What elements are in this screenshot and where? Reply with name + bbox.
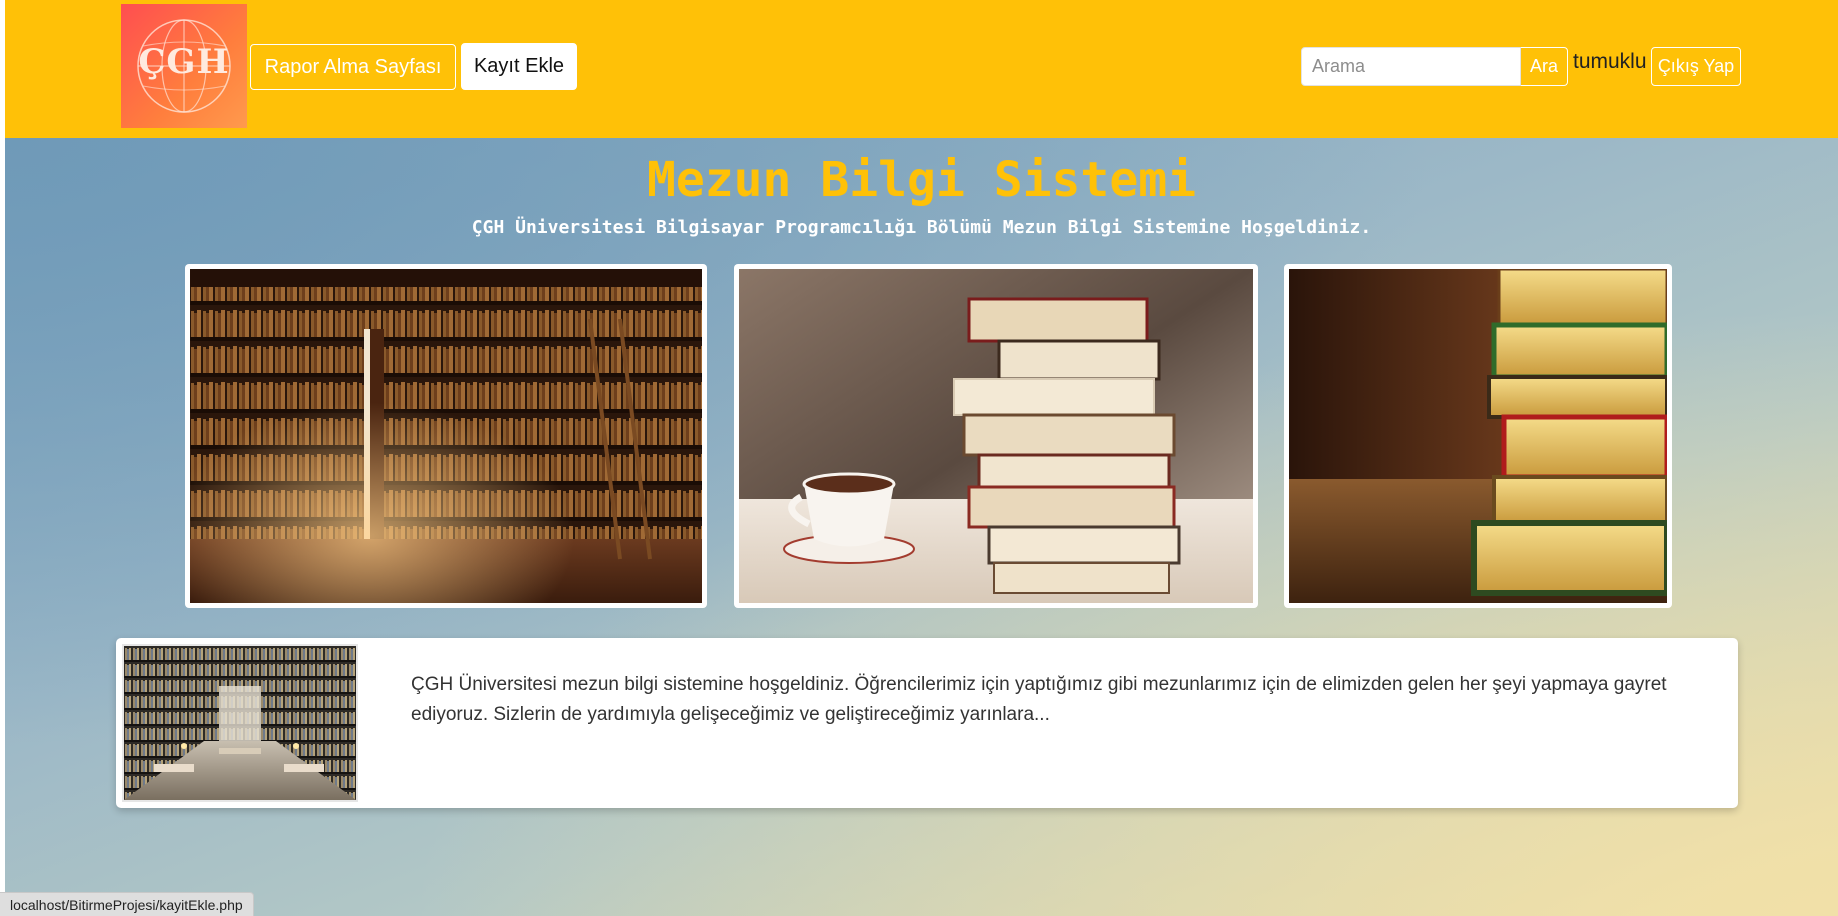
main-content: Mezun Bilgi Sistemi ÇGH Üniversitesi Bil… <box>5 138 1838 916</box>
library-hall-thumbnail <box>122 644 358 802</box>
browser-status-url: localhost/BitirmeProjesi/kayitEkle.php <box>0 892 254 916</box>
top-navbar: ÇGH Rapor Alma Sayfası Kayıt Ekle Ara tu… <box>5 0 1838 138</box>
logout-button[interactable]: Çıkış Yap <box>1651 47 1741 86</box>
report-page-button[interactable]: Rapor Alma Sayfası <box>250 44 456 90</box>
books-coffee-photo-icon <box>739 269 1253 603</box>
library-bookshelves-image <box>185 264 707 608</box>
book-stack-image <box>1284 264 1672 608</box>
library-hall-photo-icon <box>124 646 356 800</box>
books-and-coffee-image <box>734 264 1258 608</box>
page-title: Mezun Bilgi Sistemi <box>646 152 1197 208</box>
book-stack-photo-icon <box>1289 269 1667 603</box>
welcome-text: ÇGH Üniversitesi mezun bilgi sistemine h… <box>411 674 1667 725</box>
page-subtitle: ÇGH Üniversitesi Bilgisayar Programcılığ… <box>471 217 1372 238</box>
search-button[interactable]: Ara <box>1521 47 1568 86</box>
add-record-button[interactable]: Kayıt Ekle <box>461 43 577 90</box>
username-label: tumuklu <box>1573 50 1647 73</box>
site-logo[interactable] <box>121 4 247 128</box>
search-input[interactable] <box>1301 47 1521 86</box>
welcome-info-card: ÇGH Üniversitesi mezun bilgi sistemine h… <box>116 638 1738 808</box>
search-form: Ara <box>1301 47 1568 86</box>
library-photo-icon <box>190 269 702 603</box>
